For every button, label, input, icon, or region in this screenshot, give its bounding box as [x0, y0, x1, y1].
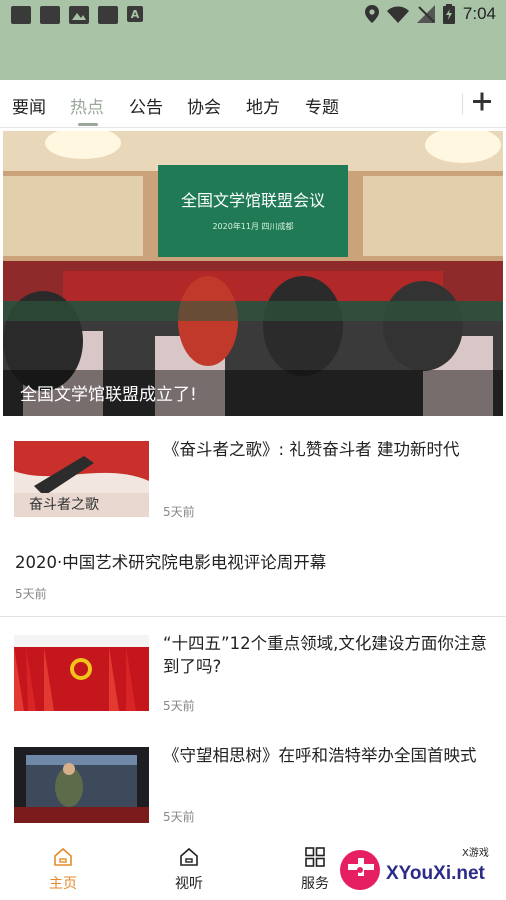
home-icon [54, 847, 72, 866]
hero-caption: 全国文学馆联盟成立了! [20, 385, 197, 405]
nav-media[interactable]: 视听 [149, 836, 229, 900]
add-channel-icon[interactable] [470, 87, 494, 117]
thumbnail-text: 奋斗者之歌 [29, 497, 99, 513]
tab-zhuanti[interactable]: 专题 [305, 93, 339, 118]
clock: 7:04 [462, 4, 496, 23]
grid-icon [305, 847, 325, 867]
wifi-icon [386, 6, 409, 23]
channel-tabs: 要闻 热点 公告 协会 地方 专题 [0, 80, 506, 128]
nav-home[interactable]: 主页 [23, 836, 103, 900]
app-notification-icon: A [127, 6, 143, 22]
status-bar: A 7:04 [0, 0, 506, 30]
tab-redian[interactable]: 热点 [70, 93, 104, 118]
news-title: 2020·中国艺术研究院电影电视评论周开幕 [15, 553, 327, 572]
hero-caption-bar: 全国文学馆联盟成立了! [3, 370, 503, 416]
nav-services-label: 服务 [301, 876, 329, 892]
list-item[interactable]: 《守望相思树》在呼和浩特举办全国首映式 5天前 [0, 727, 506, 837]
tab-xiehui[interactable]: 协会 [187, 93, 221, 118]
news-time: 5天前 [163, 505, 195, 519]
banner-text: 全国文学馆联盟会议 [181, 191, 325, 210]
location-icon [364, 5, 379, 23]
nav-home-label: 主页 [49, 876, 77, 892]
app-header [0, 30, 506, 80]
notification-icon [98, 6, 118, 24]
news-thumbnail: 奋斗者之歌 [14, 441, 149, 517]
news-time: 5天前 [163, 699, 195, 713]
news-thumbnail [14, 747, 149, 823]
list-item[interactable]: 2020·中国艺术研究院电影电视评论周开幕 5天前 [0, 529, 506, 614]
watermark-tag: X游戏 [462, 846, 489, 859]
list-item[interactable]: “十四五”12个重点领域,文化建设方面你注意到了吗? 5天前 [0, 617, 506, 727]
notification-icon [40, 6, 60, 24]
tab-gonggao[interactable]: 公告 [129, 93, 163, 118]
battery-icon [442, 4, 455, 24]
news-title: 《守望相思树》在呼和浩特举办全国首映式 [163, 746, 477, 765]
news-time: 5天前 [15, 587, 47, 601]
tab-divider [462, 94, 463, 114]
hero-banner[interactable]: 全国文学馆联盟会议 2020年11月 四川成都 全国文学馆联盟成立了! [3, 131, 503, 416]
site-watermark: X游戏 XYouXi.net [340, 846, 489, 890]
notification-icon [11, 6, 31, 24]
news-title: “十四五”12个重点领域,文化建设方面你注意到了吗? [163, 634, 487, 676]
watermark-site: XYouXi.net [386, 863, 486, 884]
list-item[interactable]: 奋斗者之歌 《奋斗者之歌》: 礼赞奋斗者 建功新时代 5天前 [0, 416, 506, 529]
banner-subtext: 2020年11月 四川成都 [212, 221, 293, 231]
active-tab-indicator [78, 123, 98, 126]
tab-yaowen[interactable]: 要闻 [12, 93, 46, 118]
news-title: 《奋斗者之歌》: 礼赞奋斗者 建功新时代 [163, 440, 460, 459]
news-thumbnail [14, 635, 149, 711]
nav-media-label: 视听 [175, 876, 203, 892]
no-signal-icon [416, 5, 435, 23]
news-time: 5天前 [163, 810, 195, 824]
media-home-icon [180, 847, 198, 866]
image-notification-icon [69, 6, 89, 24]
tab-difang[interactable]: 地方 [246, 93, 280, 118]
